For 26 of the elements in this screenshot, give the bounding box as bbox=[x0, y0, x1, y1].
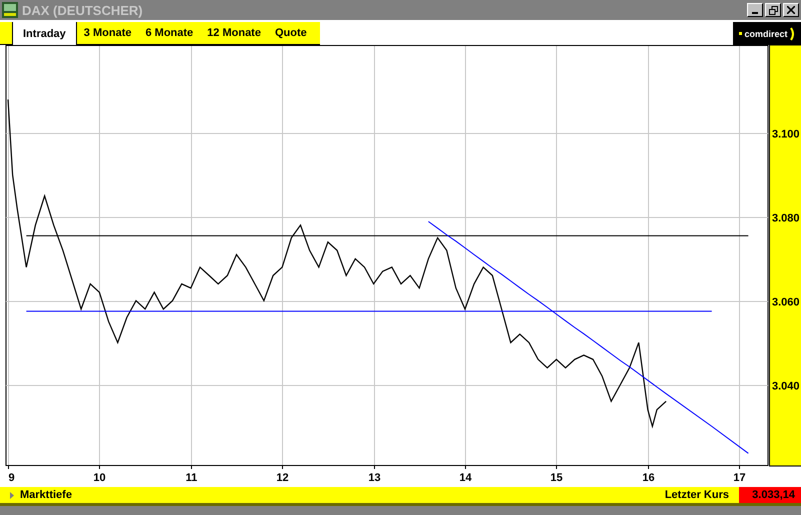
x-tick-label: 15 bbox=[550, 472, 563, 484]
markttiefe-toggle[interactable]: Markttiefe bbox=[10, 489, 72, 501]
last-price-label: Letzter Kurs bbox=[664, 489, 729, 501]
x-tick-label: 14 bbox=[459, 472, 472, 484]
close-button[interactable] bbox=[783, 3, 799, 17]
x-tick-label: 10 bbox=[93, 472, 106, 484]
last-price-value: 3.033,14 bbox=[739, 487, 801, 503]
x-tick-label: 9 bbox=[8, 472, 15, 484]
y-tick-label: 3.060 bbox=[772, 296, 800, 308]
restore-button[interactable] bbox=[765, 3, 781, 17]
app-icon bbox=[2, 2, 18, 18]
restore-icon bbox=[768, 6, 778, 14]
expand-arrow-icon bbox=[10, 492, 14, 498]
minimize-button[interactable] bbox=[747, 3, 763, 17]
y-tick-label: 3.080 bbox=[772, 212, 800, 224]
y-tick-label: 3.040 bbox=[772, 380, 800, 392]
x-tick-label: 12 bbox=[276, 472, 289, 484]
y-tick-label: 3.100 bbox=[772, 128, 800, 140]
window-title: DAX (DEUTSCHER) bbox=[22, 2, 144, 18]
x-tick-label: 11 bbox=[186, 472, 198, 484]
comdirect-logo: comdirect bbox=[733, 22, 801, 45]
tab[interactable]: Intraday bbox=[13, 22, 77, 45]
x-tick-label: 16 bbox=[642, 472, 655, 484]
close-icon bbox=[787, 6, 795, 14]
x-tick-label: 17 bbox=[733, 472, 746, 484]
x-tick-label: 13 bbox=[368, 472, 381, 484]
